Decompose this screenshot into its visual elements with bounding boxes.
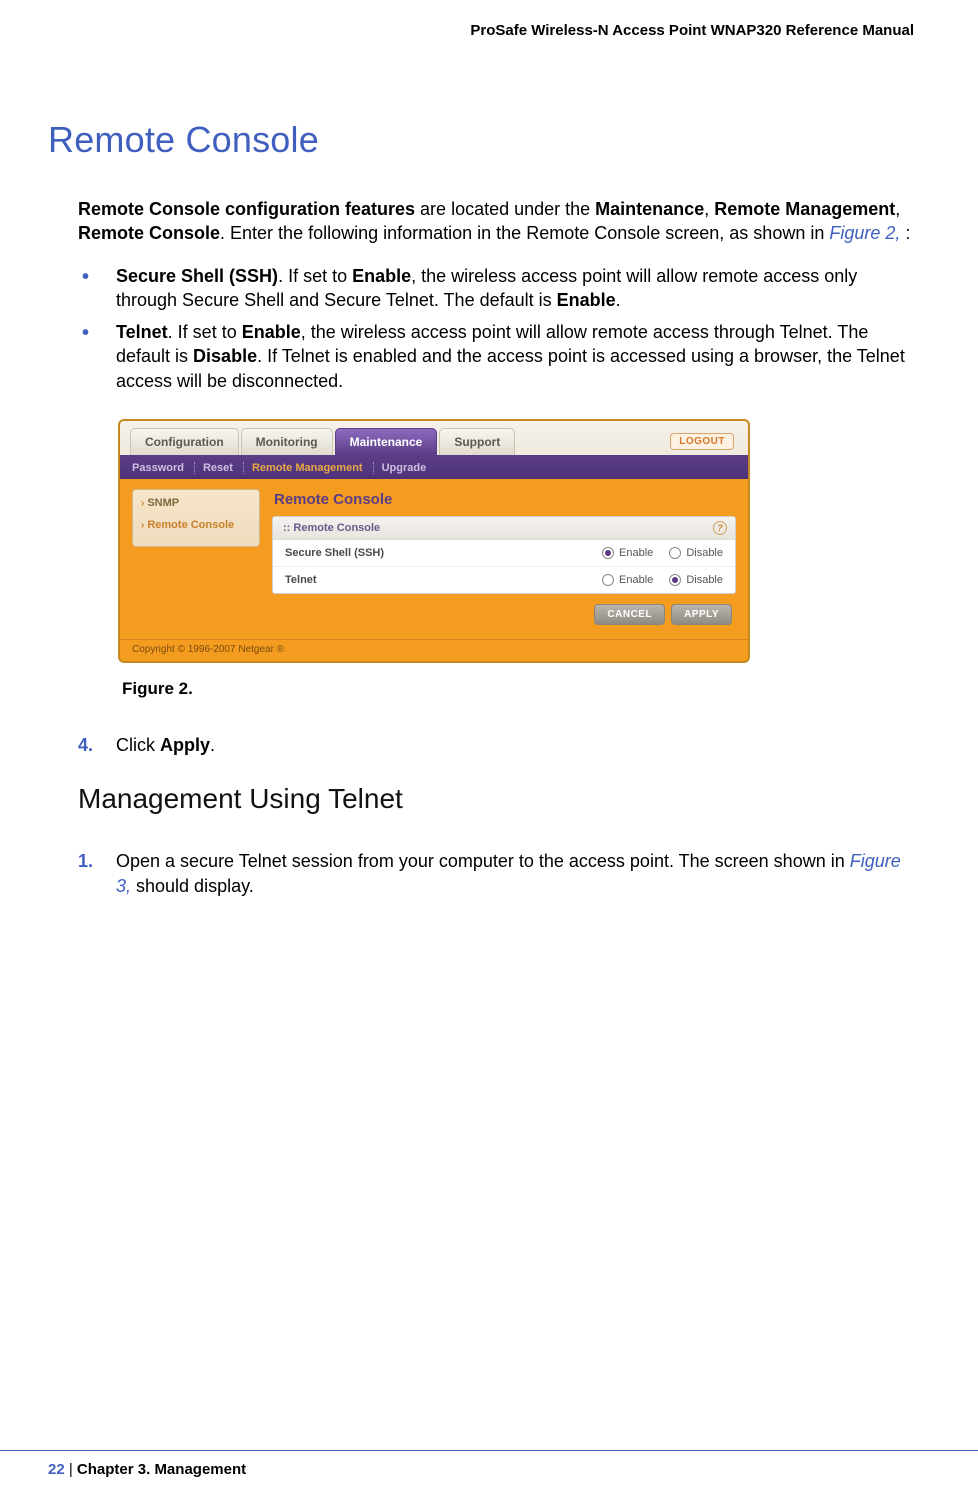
figure-2-container: Configuration Monitoring Maintenance Sup…	[118, 419, 914, 699]
apply-button[interactable]: APPLY	[671, 604, 732, 625]
cancel-button[interactable]: CANCEL	[594, 604, 665, 625]
chevron-right-icon: ›	[141, 520, 144, 531]
page-content: Remote Console Remote Console configurat…	[0, 39, 978, 898]
intro-bold-maintenance: Maintenance	[595, 199, 704, 219]
step-4: 4. Click Apply.	[78, 733, 914, 757]
chevron-right-icon: ›	[141, 498, 144, 509]
intro-bold-remote-console: Remote Console	[78, 223, 220, 243]
step-1: 1. Open a secure Telnet session from you…	[78, 849, 914, 898]
subnav-remote-management[interactable]: Remote Management	[252, 462, 374, 474]
logout-button[interactable]: LOGOUT	[670, 433, 734, 450]
panel-subhead: :: Remote Console ?	[273, 517, 735, 540]
tab-maintenance[interactable]: Maintenance	[335, 428, 438, 455]
row-ssh: Secure Shell (SSH) Enable Disable	[273, 540, 735, 567]
chapter-label: Chapter 3. Management	[77, 1461, 246, 1478]
copyright: Copyright © 1996-2007 Netgear ®	[120, 639, 748, 661]
page-header: ProSafe Wireless-N Access Point WNAP320 …	[0, 0, 978, 39]
manual-title: ProSafe Wireless-N Access Point WNAP320 …	[470, 22, 914, 39]
remote-console-panel: :: Remote Console ? Secure Shell (SSH) E…	[272, 516, 736, 594]
panel-title: Remote Console	[274, 491, 736, 508]
subnav-upgrade[interactable]: Upgrade	[382, 462, 437, 474]
ui-main: Remote Console :: Remote Console ? Secur…	[272, 489, 736, 627]
label-telnet: Telnet	[285, 574, 586, 586]
intro-bold-phrase: Remote Console configuration features	[78, 199, 415, 219]
figure-caption: Figure 2.	[122, 679, 914, 699]
radio-on-icon	[602, 547, 614, 559]
subnav-password[interactable]: Password	[132, 462, 195, 474]
step-number: 4.	[78, 733, 93, 757]
intro-bold-remote-mgmt: Remote Management	[714, 199, 895, 219]
telnet-enable-option[interactable]: Enable	[602, 574, 653, 586]
page-number: 22	[48, 1461, 65, 1478]
page-footer: 22 | Chapter 3. Management	[0, 1450, 978, 1478]
side-snmp[interactable]: ›SNMP	[133, 492, 259, 514]
step-number: 1.	[78, 849, 93, 873]
bullet-list: Secure Shell (SSH). If set to Enable, th…	[78, 264, 914, 393]
help-icon[interactable]: ?	[713, 521, 727, 535]
tab-monitoring[interactable]: Monitoring	[241, 428, 333, 455]
side-nav: ›SNMP ›Remote Console	[132, 489, 260, 547]
tab-support[interactable]: Support	[439, 428, 515, 455]
row-telnet: Telnet Enable Disable	[273, 567, 735, 593]
figure-2-link[interactable]: Figure 2,	[829, 223, 900, 243]
subnav-reset[interactable]: Reset	[203, 462, 244, 474]
tab-configuration[interactable]: Configuration	[130, 428, 239, 455]
ui-screenshot: Configuration Monitoring Maintenance Sup…	[118, 419, 750, 663]
action-buttons: CANCEL APPLY	[272, 594, 736, 627]
subsection-title: Management Using Telnet	[78, 783, 914, 815]
top-tabs: Configuration Monitoring Maintenance Sup…	[120, 421, 748, 457]
step-list-4: 4. Click Apply.	[78, 733, 914, 757]
bullet-telnet: Telnet. If set to Enable, the wireless a…	[78, 320, 914, 393]
sub-nav: Password Reset Remote Management Upgrade	[120, 457, 748, 479]
ui-body: ›SNMP ›Remote Console Remote Console :: …	[120, 479, 748, 639]
footer-sep: |	[65, 1461, 77, 1478]
telnet-disable-option[interactable]: Disable	[669, 574, 723, 586]
label-ssh: Secure Shell (SSH)	[285, 547, 586, 559]
bullet-ssh: Secure Shell (SSH). If set to Enable, th…	[78, 264, 914, 313]
section-title: Remote Console	[48, 119, 914, 161]
step-list-1: 1. Open a secure Telnet session from you…	[78, 849, 914, 898]
radio-on-icon	[669, 574, 681, 586]
ssh-enable-option[interactable]: Enable	[602, 547, 653, 559]
radio-off-icon	[602, 574, 614, 586]
side-remote-console[interactable]: ›Remote Console	[133, 514, 259, 536]
intro-paragraph: Remote Console configuration features ar…	[78, 197, 914, 246]
ssh-disable-option[interactable]: Disable	[669, 547, 723, 559]
radio-off-icon	[669, 547, 681, 559]
